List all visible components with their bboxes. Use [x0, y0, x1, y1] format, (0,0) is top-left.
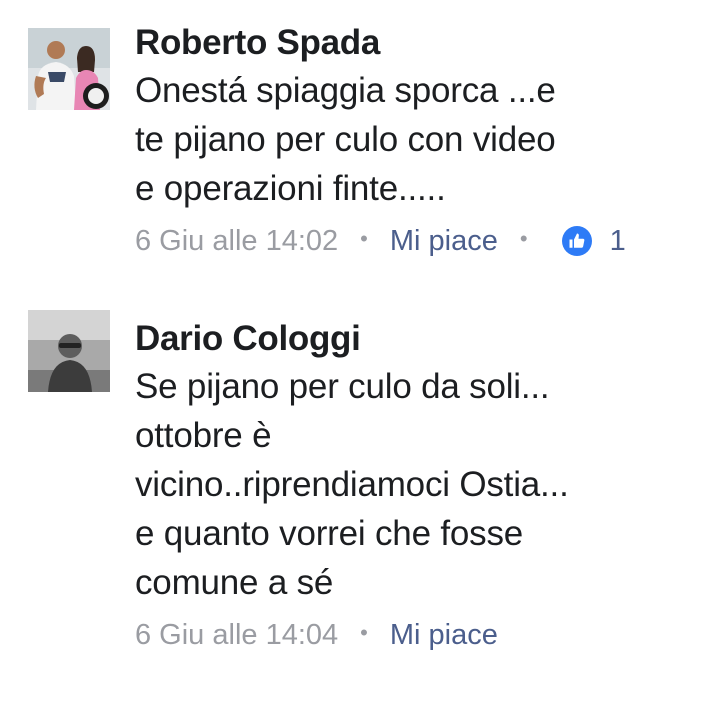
comment-timestamp[interactable]: 6 Giu alle 14:04 [135, 619, 338, 652]
thumbs-up-icon[interactable] [561, 226, 592, 256]
comment-body: Roberto Spada Onestá spiaggia sporca ...… [135, 22, 709, 261]
separator-dot: • [360, 620, 368, 645]
comment-meta: 6 Giu alle 14:02 • Mi piace • 1 [135, 221, 709, 261]
like-link[interactable]: Mi piace [390, 225, 498, 258]
like-link[interactable]: Mi piace [390, 619, 498, 652]
reaction-count[interactable]: 1 [610, 225, 626, 258]
comment-text: Se pijano per culo da soli... ottobre è … [135, 367, 569, 602]
comment-author[interactable]: Dario Cologgi [135, 318, 709, 360]
avatar[interactable] [28, 310, 110, 392]
comment-text: Onestá spiaggia sporca ...e te pijano pe… [135, 71, 556, 208]
comment-timestamp[interactable]: 6 Giu alle 14:02 [135, 225, 338, 258]
comment-body: Dario Cologgi Se pijano per culo da soli… [135, 318, 709, 655]
comment-author[interactable]: Roberto Spada [135, 22, 709, 64]
separator-dot: • [360, 226, 368, 251]
comment-meta: 6 Giu alle 14:04 • Mi piace [135, 615, 709, 655]
profile-photo [28, 310, 110, 392]
separator-dot: • [519, 226, 528, 251]
avatar[interactable] [28, 28, 110, 110]
profile-photo [28, 28, 110, 110]
